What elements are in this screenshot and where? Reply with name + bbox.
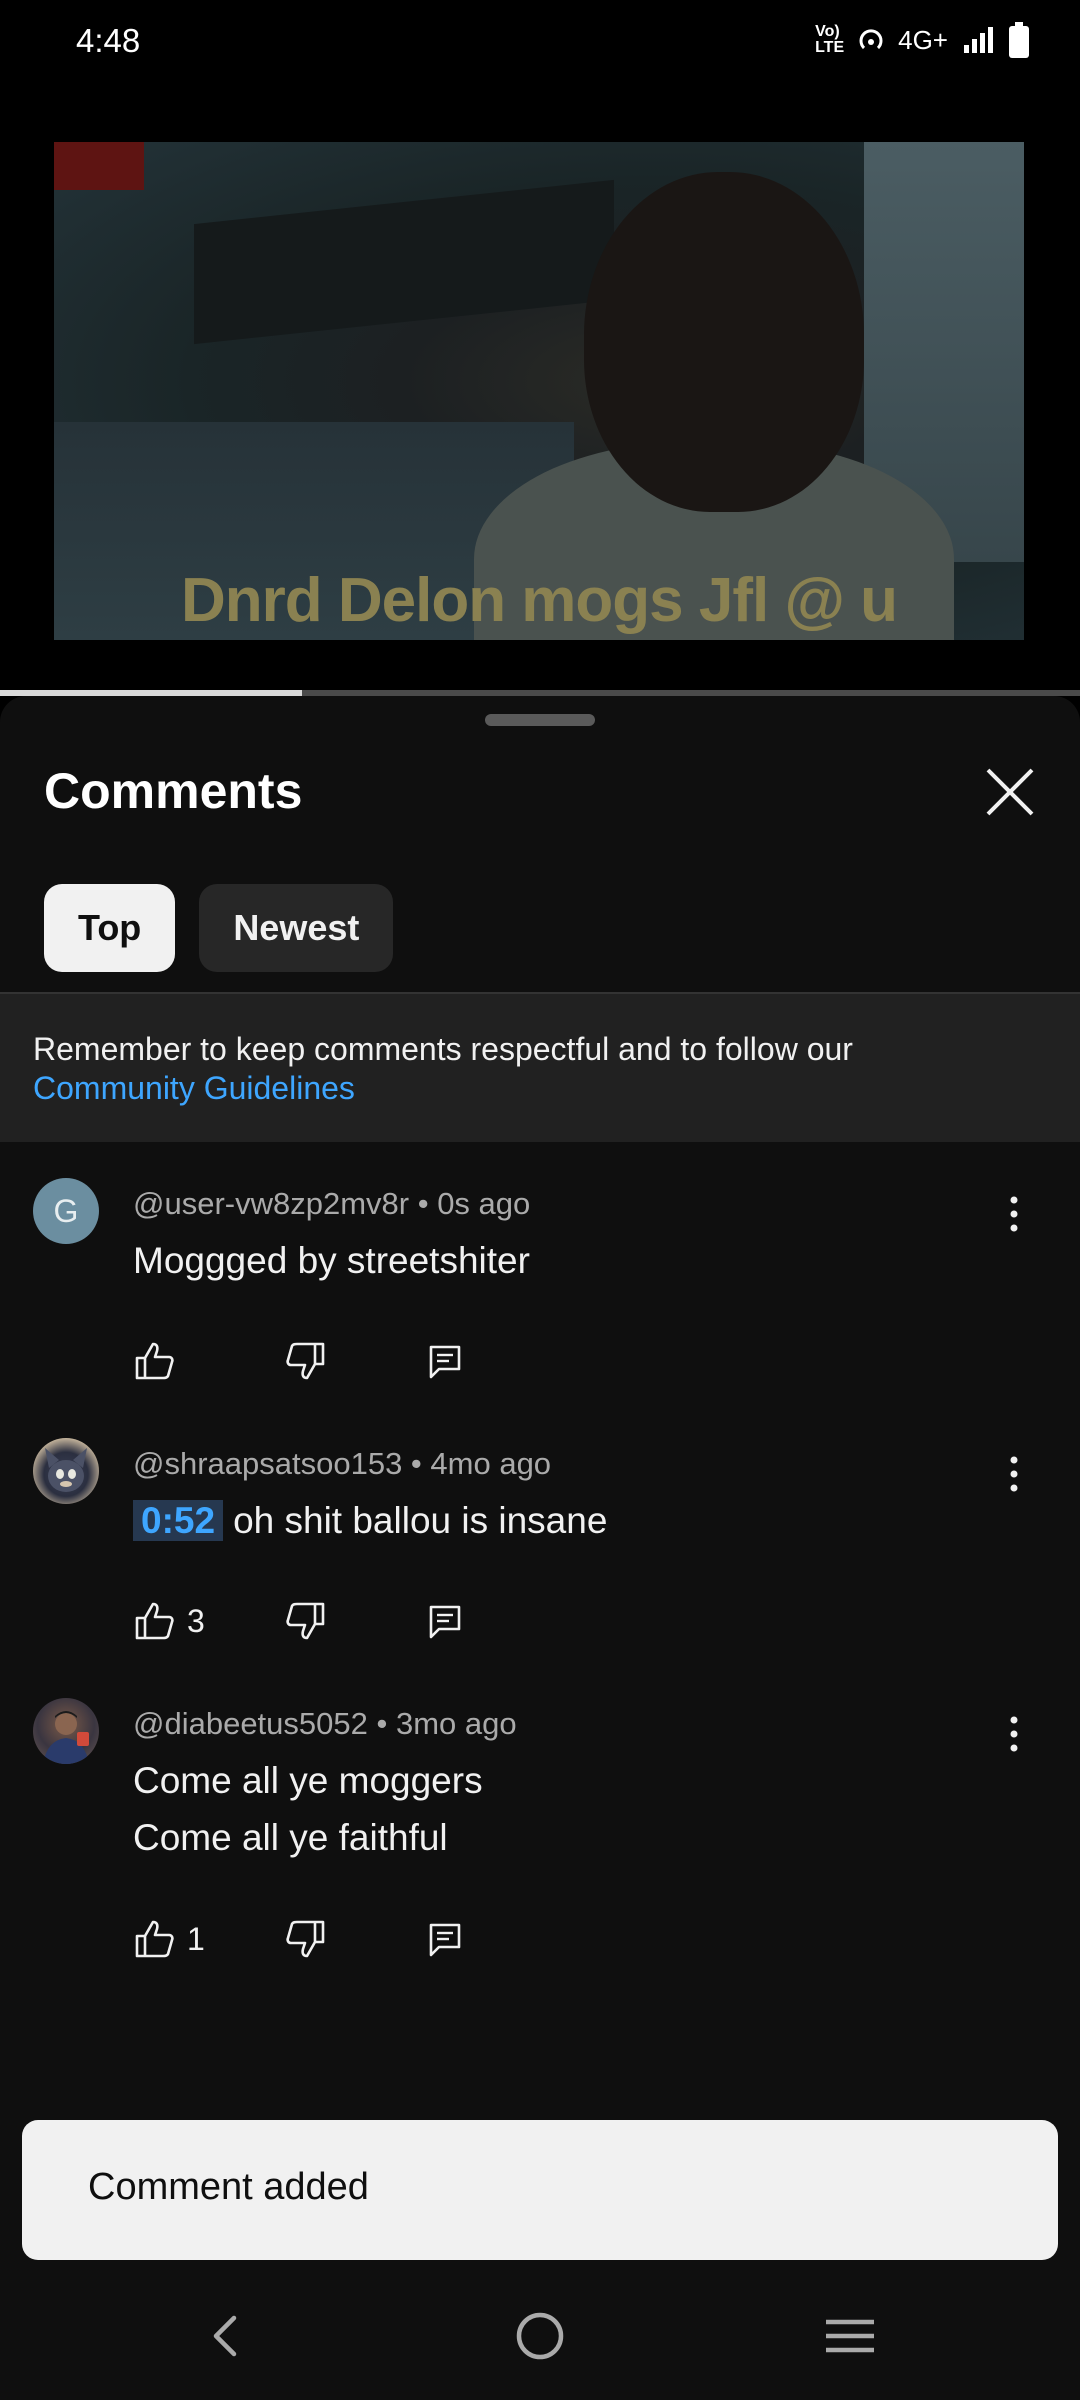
comment-author[interactable]: @diabeetus5052 xyxy=(133,1706,368,1741)
drag-handle[interactable] xyxy=(485,714,595,726)
timestamp-link[interactable]: 0:52 xyxy=(133,1500,224,1541)
avatar[interactable] xyxy=(33,1698,99,1764)
thumbs-down-icon xyxy=(286,1602,325,1640)
status-bar: 4:48 Vo) LTE 4G+ xyxy=(0,0,1080,88)
reply-button[interactable] xyxy=(425,1341,465,1381)
reply-button[interactable] xyxy=(425,1601,465,1641)
network-type: 4G+ xyxy=(898,24,948,55)
like-button[interactable] xyxy=(133,1340,285,1382)
comment-line: Come all ye moggers xyxy=(133,1760,483,1801)
dislike-button[interactable] xyxy=(285,1918,425,1960)
comment-text: Come all ye moggers Come all ye faithful xyxy=(133,1752,483,1866)
community-guidelines-link[interactable]: Community Guidelines xyxy=(33,1069,1033,1108)
comment-actions xyxy=(133,1340,465,1382)
hotspot-icon xyxy=(859,29,883,50)
more-vert-icon[interactable] xyxy=(1000,1454,1028,1494)
video-caption: Dnrd Delon mogs Jfl @ u xyxy=(180,566,898,635)
thumbs-up-icon xyxy=(135,1342,174,1380)
status-icons: Vo) LTE 4G+ xyxy=(815,22,1030,58)
comment-author[interactable]: @user-vw8zp2mv8r xyxy=(133,1186,409,1221)
tab-top[interactable]: Top xyxy=(44,884,176,972)
toast-snackbar: Comment added xyxy=(22,2120,1058,2260)
avatar[interactable] xyxy=(33,1438,99,1504)
back-icon[interactable] xyxy=(196,2306,256,2366)
dislike-button[interactable] xyxy=(285,1340,425,1382)
recents-icon[interactable] xyxy=(820,2306,880,2366)
like-count: 1 xyxy=(187,1920,205,1957)
volte-icon: Vo) LTE xyxy=(815,23,845,56)
thumbs-up-icon xyxy=(135,1920,174,1958)
signal-icon xyxy=(964,27,993,53)
sort-tabs: Top Newest xyxy=(44,884,394,972)
close-icon[interactable] xyxy=(980,762,1040,822)
thumbs-down-icon xyxy=(286,1342,325,1380)
reply-button[interactable] xyxy=(425,1919,465,1959)
comments-title: Comments xyxy=(44,763,303,819)
comment-text: 0:52 oh shit ballou is insane xyxy=(133,1492,607,1549)
toast-text: Comment added xyxy=(88,2166,369,2208)
video-player[interactable]: Dnrd Delon mogs Jfl @ u xyxy=(0,88,1080,694)
status-time: 4:48 xyxy=(76,22,141,59)
thumbs-down-icon xyxy=(286,1920,325,1958)
comment-text: Moggged by streetshiter xyxy=(133,1240,530,1281)
reply-icon xyxy=(429,1605,461,1639)
guidelines-banner: Remember to keep comments respectful and… xyxy=(0,994,1080,1142)
guidelines-text: Remember to keep comments respectful and… xyxy=(33,1031,853,1067)
more-vert-icon[interactable] xyxy=(1000,1714,1028,1754)
more-vert-icon[interactable] xyxy=(1000,1194,1028,1234)
comment-line: Come all ye faithful xyxy=(133,1817,448,1858)
video-frame[interactable]: Dnrd Delon mogs Jfl @ u xyxy=(54,142,1024,640)
home-icon[interactable] xyxy=(510,2306,570,2366)
comment-age: 3mo ago xyxy=(395,1706,517,1741)
comment-text-content: oh shit ballou is insane xyxy=(233,1500,608,1541)
like-button[interactable]: 1 xyxy=(133,1918,285,1960)
reply-icon xyxy=(429,1345,461,1379)
like-button[interactable]: 3 xyxy=(133,1600,285,1642)
like-count: 3 xyxy=(187,1602,205,1639)
comment-actions: 3 xyxy=(133,1600,465,1642)
comment-age: 4mo ago xyxy=(430,1446,552,1481)
dislike-button[interactable] xyxy=(285,1600,425,1642)
avatar[interactable]: G xyxy=(33,1178,99,1244)
comment-actions: 1 xyxy=(133,1918,465,1960)
comment-meta: @shraapsatsoo153 • 4mo ago xyxy=(133,1446,552,1481)
comment-meta: @diabeetus5052 • 3mo ago xyxy=(133,1706,517,1741)
comment-age: 0s ago xyxy=(437,1186,531,1221)
thumbs-up-icon xyxy=(135,1602,174,1640)
tab-newest[interactable]: Newest xyxy=(199,884,394,972)
comment-author[interactable]: @shraapsatsoo153 xyxy=(133,1446,402,1481)
system-nav-bar xyxy=(0,2270,1080,2400)
battery-icon xyxy=(1009,22,1029,58)
reply-icon xyxy=(429,1923,461,1957)
comment-meta: @user-vw8zp2mv8r • 0s ago xyxy=(133,1186,531,1221)
